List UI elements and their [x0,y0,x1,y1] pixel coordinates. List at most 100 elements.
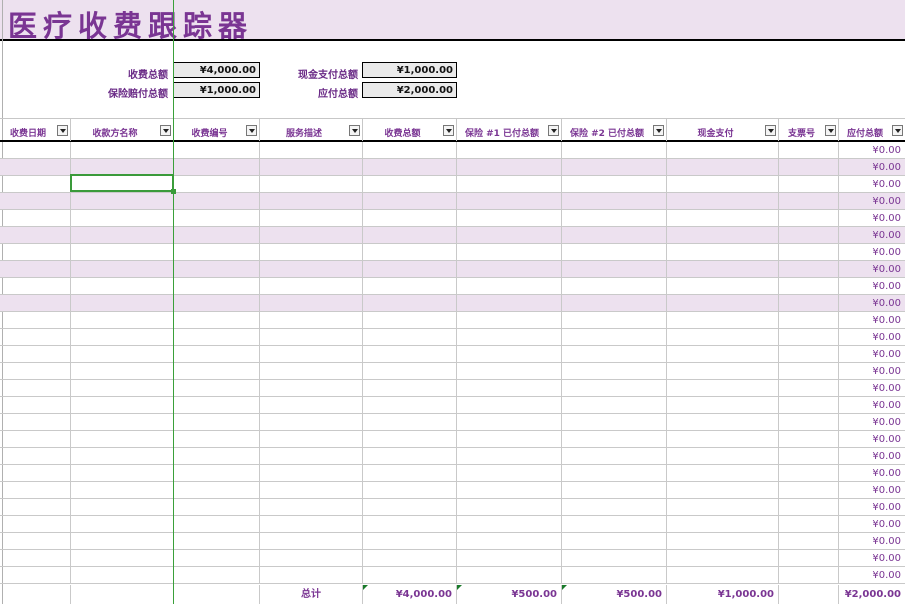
table-cell[interactable] [667,142,779,159]
table-cell[interactable] [71,550,174,567]
table-cell[interactable] [0,227,71,244]
table-cell[interactable] [457,431,562,448]
table-cell[interactable] [71,431,174,448]
table-cell[interactable]: ¥0.00 [839,363,905,380]
table-cell[interactable] [0,210,71,227]
table-cell[interactable] [71,465,174,482]
table-cell[interactable] [174,227,260,244]
table-cell[interactable] [363,176,457,193]
table-cell[interactable] [0,261,71,278]
table-cell[interactable] [260,176,363,193]
table-cell[interactable] [363,465,457,482]
table-cell[interactable] [174,414,260,431]
table-cell[interactable] [0,142,71,159]
table-cell[interactable]: ¥0.00 [839,142,905,159]
table-cell[interactable] [260,414,363,431]
table-cell[interactable] [779,261,839,278]
table-cell[interactable]: ¥0.00 [839,244,905,261]
table-cell[interactable] [457,516,562,533]
table-cell[interactable] [779,397,839,414]
filter-dropdown-icon[interactable] [653,125,664,136]
table-cell[interactable] [779,244,839,261]
table-cell[interactable]: ¥0.00 [839,227,905,244]
table-cell[interactable] [779,329,839,346]
table-cell[interactable] [457,329,562,346]
table-cell[interactable] [779,499,839,516]
table-cell[interactable]: ¥0.00 [839,567,905,584]
table-cell[interactable] [174,482,260,499]
table-cell[interactable] [260,465,363,482]
table-cell[interactable] [260,193,363,210]
table-cell[interactable] [0,176,71,193]
table-cell[interactable] [457,499,562,516]
table-cell[interactable] [0,482,71,499]
table-cell[interactable] [174,244,260,261]
table-cell[interactable] [363,193,457,210]
table-cell[interactable] [363,516,457,533]
table-cell[interactable]: ¥0.00 [839,482,905,499]
table-cell[interactable] [260,295,363,312]
table-cell[interactable] [363,567,457,584]
table-cell[interactable] [363,380,457,397]
table-cell[interactable] [71,295,174,312]
table-cell[interactable] [260,448,363,465]
table-cell[interactable] [0,448,71,465]
table-cell[interactable]: ¥0.00 [839,414,905,431]
table-cell[interactable] [363,295,457,312]
table-cell[interactable] [71,346,174,363]
insurance-paid-value[interactable]: ¥1,000.00 [173,82,260,98]
table-cell[interactable] [363,397,457,414]
totals-ins2[interactable]: ¥500.00 [562,585,667,604]
table-cell[interactable] [260,431,363,448]
table-cell[interactable] [71,448,174,465]
table-cell[interactable] [0,516,71,533]
table-cell[interactable] [71,482,174,499]
table-cell[interactable] [457,295,562,312]
table-cell[interactable] [562,448,667,465]
table-cell[interactable]: ¥0.00 [839,295,905,312]
table-cell[interactable] [0,278,71,295]
table-cell[interactable] [562,397,667,414]
selected-cell[interactable] [70,174,174,192]
column-header-3[interactable]: 服务描述 [260,119,363,141]
filter-dropdown-icon[interactable] [160,125,171,136]
table-cell[interactable] [667,465,779,482]
table-cell[interactable] [667,567,779,584]
table-cell[interactable] [779,210,839,227]
table-cell[interactable] [562,533,667,550]
table-cell[interactable] [363,550,457,567]
table-cell[interactable]: ¥0.00 [839,550,905,567]
table-cell[interactable] [260,244,363,261]
table-cell[interactable] [71,499,174,516]
table-cell[interactable] [174,159,260,176]
table-cell[interactable]: ¥0.00 [839,465,905,482]
table-cell[interactable] [457,312,562,329]
table-cell[interactable]: ¥0.00 [839,346,905,363]
table-cell[interactable] [667,210,779,227]
table-cell[interactable] [71,329,174,346]
table-cell[interactable] [0,465,71,482]
table-cell[interactable] [71,244,174,261]
table-cell[interactable] [779,465,839,482]
table-cell[interactable]: ¥0.00 [839,312,905,329]
table-cell[interactable] [667,312,779,329]
table-cell[interactable] [457,159,562,176]
table-cell[interactable] [71,567,174,584]
table-cell[interactable] [363,363,457,380]
table-cell[interactable] [667,431,779,448]
table-cell[interactable] [71,414,174,431]
table-cell[interactable] [174,567,260,584]
table-cell[interactable] [779,142,839,159]
table-cell[interactable] [71,142,174,159]
table-cell[interactable] [779,482,839,499]
table-cell[interactable] [562,465,667,482]
table-cell[interactable] [260,312,363,329]
table-cell[interactable] [562,244,667,261]
table-cell[interactable] [174,533,260,550]
totals-ins1[interactable]: ¥500.00 [457,585,562,604]
table-cell[interactable] [174,380,260,397]
table-cell[interactable]: ¥0.00 [839,533,905,550]
table-cell[interactable] [363,244,457,261]
table-cell[interactable] [457,567,562,584]
table-cell[interactable] [0,431,71,448]
